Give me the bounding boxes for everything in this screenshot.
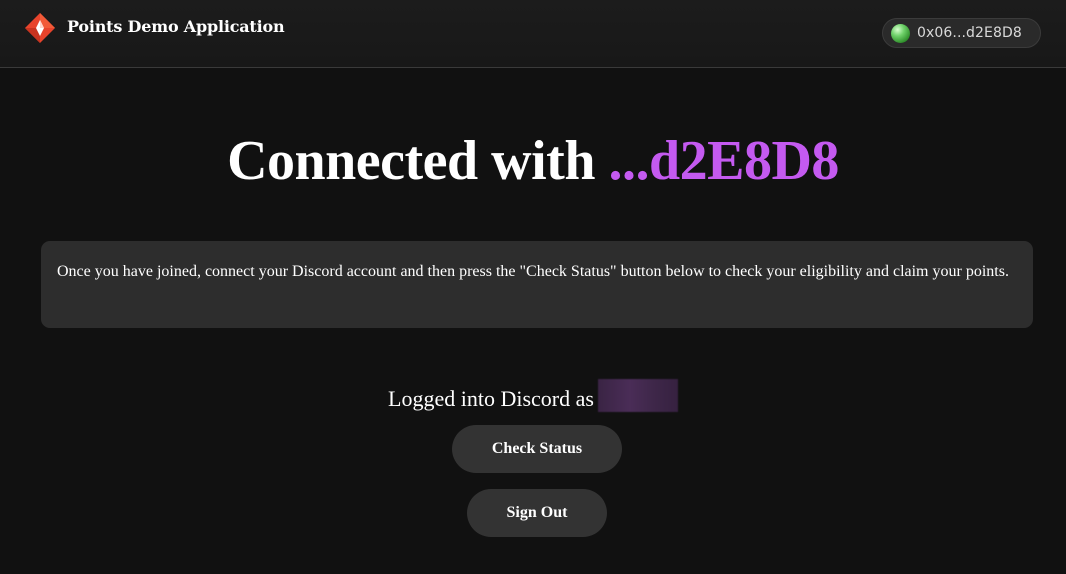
app-title: Points Demo Application [67,17,285,36]
points-diamond-logo-icon [24,12,56,44]
redacted-discord-username [597,379,678,412]
top-header: Points Demo Application 0x06...d2E8D8 [0,0,1066,68]
connected-heading: Connected with ...d2E8D8 [0,126,1066,196]
wallet-address: 0x06...d2E8D8 [917,25,1022,41]
wallet-avatar-icon [891,24,910,43]
instructions-text: Once you have joined, connect your Disco… [57,263,1009,280]
sign-out-button[interactable]: Sign Out [467,489,607,537]
wallet-account-button[interactable]: 0x06...d2E8D8 [882,18,1041,48]
connected-address: ...d2E8D8 [608,130,839,192]
discord-login-status: Logged into Discord as [0,379,1066,414]
connected-heading-prefix: Connected with [227,130,609,192]
instructions-panel: Once you have joined, connect your Disco… [41,241,1033,328]
discord-login-label: Logged into Discord as [388,386,594,411]
check-status-button[interactable]: Check Status [452,425,622,473]
